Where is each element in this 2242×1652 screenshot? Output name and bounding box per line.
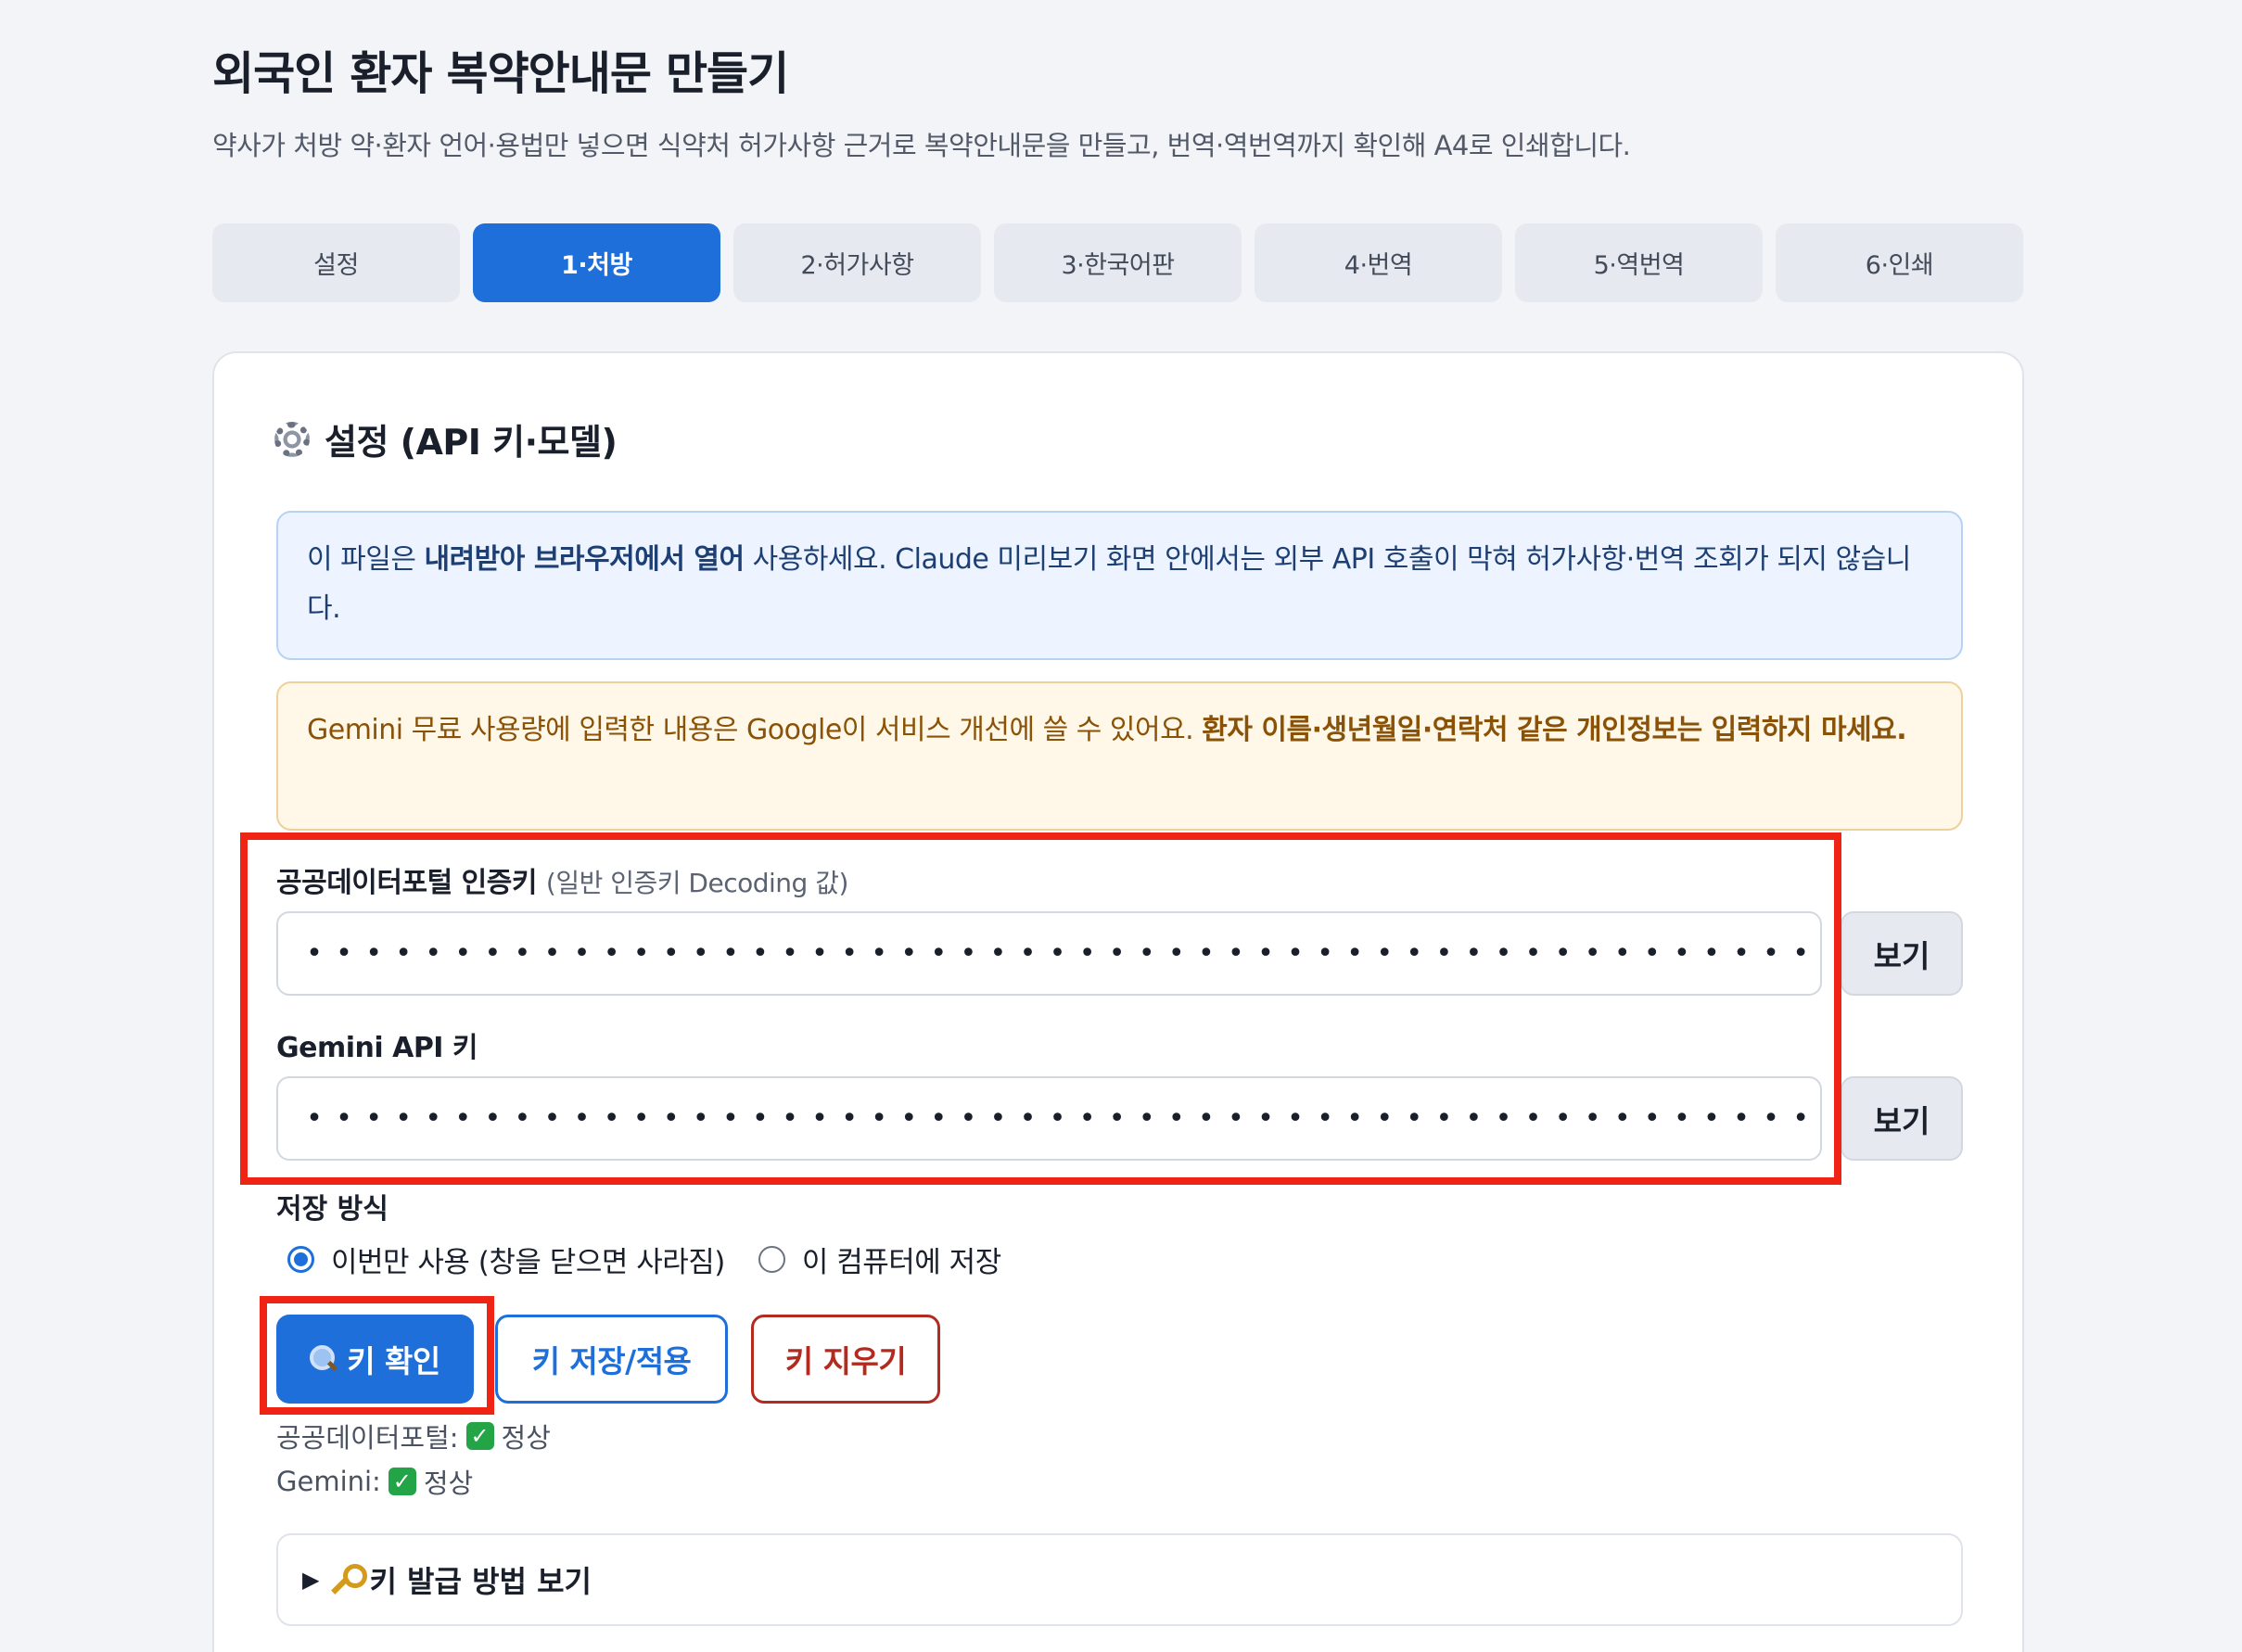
magnifier-icon [310, 1345, 338, 1373]
status-public-value: 정상 [501, 1422, 551, 1454]
step-tabs: 설정 1·처방 2·허가사항 3·한국어판 4·번역 5·역번역 6·인쇄 [212, 223, 2023, 302]
public-key-input[interactable]: ••••••••••••••••••••••••••••••••••••••••… [276, 911, 1822, 996]
settings-card: 설정 (API 키·모델) 이 파일은 내려받아 브라우저에서 열어 사용하세요… [212, 351, 2024, 1652]
info-notice-bold: 내려받아 브라우저에서 열어 [424, 543, 745, 576]
radio-session-only[interactable] [287, 1246, 314, 1273]
settings-title: 설정 (API 키·모델) [274, 413, 618, 464]
clear-key-button[interactable]: 키 지우기 [751, 1315, 940, 1404]
info-notice-text: 이 파일은 [307, 543, 425, 576]
tab-print[interactable]: 6·인쇄 [1776, 223, 2023, 302]
save-key-button[interactable]: 키 저장/적용 [495, 1315, 728, 1404]
check-icon: ✓ [388, 1468, 416, 1495]
radio-session-only-label[interactable]: 이번만 사용 (창을 닫으면 사라짐) [331, 1239, 725, 1280]
settings-title-text: 설정 (API 키·모델) [325, 422, 618, 463]
gemini-key-show-button[interactable]: 보기 [1841, 1076, 1963, 1161]
info-notice: 이 파일은 내려받아 브라우저에서 열어 사용하세요. Claude 미리보기 … [276, 511, 1963, 660]
tab-prescription[interactable]: 1·처방 [473, 223, 720, 302]
status-public: 공공데이터포털: ✓ 정상 [276, 1417, 551, 1455]
warning-text: Gemini 무료 사용량에 입력한 내용은 Google이 서비스 개선에 쓸… [307, 714, 1203, 746]
public-key-label: 공공데이터포털 인증키 (일반 인증키 Decoding 값) [276, 859, 848, 900]
radio-save-local-label[interactable]: 이 컴퓨터에 저장 [802, 1239, 1001, 1280]
radio-save-local[interactable] [758, 1246, 785, 1273]
check-key-label: 키 확인 [347, 1343, 440, 1379]
gemini-key-input[interactable]: ••••••••••••••••••••••••••••••••••••••••… [276, 1076, 1822, 1161]
gear-icon [274, 421, 310, 457]
public-key-show-button[interactable]: 보기 [1841, 911, 1963, 996]
public-key-hint: (일반 인증키 Decoding 값) [545, 868, 849, 898]
status-gemini: Gemini: ✓ 정상 [276, 1462, 473, 1501]
privacy-warning: Gemini 무료 사용량에 입력한 내용은 Google이 서비스 개선에 쓸… [276, 681, 1963, 831]
key-guide-toggle[interactable]: ▶ 키 발급 방법 보기 [276, 1533, 1963, 1626]
check-icon: ✓ [465, 1422, 494, 1450]
status-gemini-label: Gemini: [276, 1466, 381, 1497]
tab-approval[interactable]: 2·허가사항 [733, 223, 981, 302]
warning-bold: 환자 이름·생년월일·연락처 같은 개인정보는 입력하지 마세요. [1202, 714, 1907, 746]
page-title: 외국인 환자 복약안내문 만들기 [212, 47, 789, 100]
storage-options: 이번만 사용 (창을 닫으면 사라짐) 이 컴퓨터에 저장 [287, 1239, 1001, 1280]
triangle-right-icon: ▶ [302, 1567, 320, 1593]
key-guide-label: 키 발급 방법 보기 [369, 1564, 592, 1599]
tab-back-translation[interactable]: 5·역번역 [1515, 223, 1763, 302]
public-key-label-text: 공공데이터포털 인증키 [276, 867, 537, 899]
storage-label: 저장 방식 [276, 1193, 389, 1226]
tab-settings[interactable]: 설정 [212, 223, 460, 302]
check-key-button[interactable]: 키 확인 [276, 1315, 474, 1404]
status-gemini-value: 정상 [423, 1468, 474, 1499]
page-subtitle: 약사가 처방 약·환자 언어·용법만 넣으면 식약처 허가사항 근거로 복약안내… [212, 130, 1631, 161]
key-icon [328, 1564, 368, 1595]
gemini-key-label: Gemini API 키 [276, 1032, 478, 1064]
tab-korean[interactable]: 3·한국어판 [994, 223, 1242, 302]
page: 외국인 환자 복약안내문 만들기 약사가 처방 약·환자 언어·용법만 넣으면 … [0, 0, 2242, 1652]
status-public-label: 공공데이터포털: [276, 1422, 459, 1454]
tab-translation[interactable]: 4·번역 [1255, 223, 1502, 302]
